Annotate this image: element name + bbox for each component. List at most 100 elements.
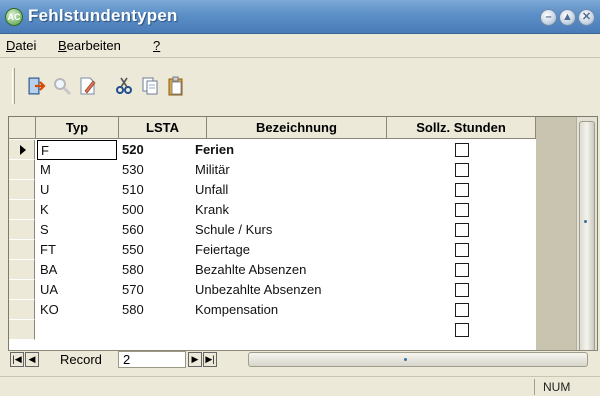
cell-lsta[interactable]: 560	[122, 220, 202, 240]
table-row[interactable]	[9, 320, 535, 340]
menu-datei-rest: atei	[15, 38, 37, 53]
close-icon[interactable]: ✕	[578, 9, 595, 26]
cell-typ[interactable]: FT	[40, 240, 116, 260]
row-selector[interactable]	[9, 180, 35, 200]
cell-bezeichnung[interactable]: Unbezahlte Absenzen	[195, 280, 380, 300]
cell-lsta[interactable]: 580	[122, 300, 202, 320]
sollz-stunden-checkbox[interactable]	[455, 243, 469, 257]
next-record-icon[interactable]: ▶	[188, 352, 202, 367]
menu-bearbeiten[interactable]: Bearbeiten	[58, 38, 121, 53]
toolbar	[0, 58, 600, 114]
sollz-stunden-checkbox[interactable]	[455, 223, 469, 237]
minimize-icon[interactable]: –	[540, 9, 557, 26]
cell-bezeichnung[interactable]: Kompensation	[195, 300, 380, 320]
column-header-lsta[interactable]: LSTA	[119, 117, 207, 139]
row-selector[interactable]	[9, 200, 35, 220]
data-grid[interactable]: Typ LSTA Bezeichnung Sollz. Stunden F 520…	[8, 116, 598, 368]
cell-lsta[interactable]: 570	[122, 280, 202, 300]
horizontal-scrollbar[interactable]	[248, 352, 588, 367]
table-row[interactable]: FT 550 Feiertage	[9, 240, 535, 260]
menu-help-label: ?	[153, 38, 161, 53]
table-row[interactable]: U 510 Unfall	[9, 180, 535, 200]
toolbar-grip[interactable]	[12, 68, 15, 104]
table-row[interactable]: BA 580 Bezahlte Absenzen	[9, 260, 535, 280]
horizontal-scroll-grip	[404, 358, 407, 361]
num-lock-indicator: NUM	[534, 379, 594, 395]
sollz-stunden-checkbox[interactable]	[455, 143, 469, 157]
table-row[interactable]: M 530 Militär	[9, 160, 535, 180]
scroll-grip-dot	[584, 220, 587, 223]
row-selector-header	[9, 117, 36, 139]
cell-bezeichnung[interactable]: Schule / Kurs	[195, 220, 380, 240]
menu-datei[interactable]: Datei	[6, 38, 36, 53]
table-row[interactable]: KO 580 Kompensation	[9, 300, 535, 320]
cell-bezeichnung[interactable]: Unfall	[195, 180, 380, 200]
sollz-stunden-checkbox[interactable]	[455, 283, 469, 297]
table-row[interactable]: K 500 Krank	[9, 200, 535, 220]
cell-bezeichnung[interactable]: Ferien	[195, 140, 380, 160]
first-record-icon[interactable]: |◀	[10, 352, 24, 367]
cell-bezeichnung[interactable]: Feiertage	[195, 240, 380, 260]
cell-lsta[interactable]: 520	[122, 140, 202, 160]
sollz-stunden-checkbox[interactable]	[455, 323, 469, 337]
table-row[interactable]: F 520 Ferien	[9, 140, 535, 160]
row-selector[interactable]	[9, 280, 35, 300]
cell-typ[interactable]: UA	[40, 280, 116, 300]
previous-record-icon[interactable]: ◀	[25, 352, 39, 367]
vertical-scroll-thumb[interactable]	[579, 121, 595, 359]
maximize-icon[interactable]: ▲	[559, 9, 576, 26]
window-title: Fehlstundentypen	[28, 6, 178, 25]
column-header-sollz-stunden[interactable]: Sollz. Stunden	[387, 117, 536, 139]
cell-typ[interactable]	[40, 320, 116, 340]
cell-typ[interactable]: S	[40, 220, 116, 240]
row-selector[interactable]	[9, 240, 35, 260]
cell-typ[interactable]: U	[40, 180, 116, 200]
sollz-stunden-checkbox[interactable]	[455, 263, 469, 277]
sollz-stunden-checkbox[interactable]	[455, 183, 469, 197]
cell-bezeichnung[interactable]: Krank	[195, 200, 380, 220]
cell-bezeichnung[interactable]: Bezahlte Absenzen	[195, 260, 380, 280]
cell-bezeichnung[interactable]	[195, 320, 380, 340]
cell-typ[interactable]: F	[37, 140, 117, 160]
row-selector[interactable]	[9, 300, 35, 320]
sollz-stunden-checkbox[interactable]	[455, 303, 469, 317]
row-selector[interactable]	[9, 220, 35, 240]
row-selector[interactable]	[9, 260, 35, 280]
record-label: Record	[60, 352, 102, 367]
cell-typ[interactable]: K	[40, 200, 116, 220]
record-navigator: |◀ ◀ Record 2 ▶ ▶|	[8, 350, 598, 368]
cell-lsta[interactable]	[122, 320, 202, 340]
cell-lsta[interactable]: 530	[122, 160, 202, 180]
search-icon[interactable]	[52, 76, 72, 96]
current-row-indicator[interactable]	[9, 140, 35, 160]
menu-datei-mnemonic: D	[6, 38, 16, 53]
grid-empty-area	[536, 117, 576, 367]
vertical-scrollbar[interactable]	[576, 117, 597, 367]
cell-typ[interactable]: KO	[40, 300, 116, 320]
row-selector[interactable]	[9, 160, 35, 180]
cell-lsta[interactable]: 580	[122, 260, 202, 280]
column-header-typ[interactable]: Typ	[36, 117, 119, 139]
menu-bearbeiten-rest: earbeiten	[66, 38, 121, 53]
table-row[interactable]: UA 570 Unbezahlte Absenzen	[9, 280, 535, 300]
cell-lsta[interactable]: 550	[122, 240, 202, 260]
edit-document-icon[interactable]	[78, 76, 98, 96]
last-record-icon[interactable]: ▶|	[203, 352, 217, 367]
cell-lsta[interactable]: 500	[122, 200, 202, 220]
cut-icon[interactable]	[114, 76, 134, 96]
table-row[interactable]: S 560 Schule / Kurs	[9, 220, 535, 240]
record-number-field[interactable]: 2	[118, 351, 186, 368]
sollz-stunden-checkbox[interactable]	[455, 163, 469, 177]
cell-bezeichnung[interactable]: Militär	[195, 160, 380, 180]
column-header-bezeichnung[interactable]: Bezeichnung	[207, 117, 387, 139]
copy-icon[interactable]	[140, 76, 160, 96]
title-bar[interactable]: AC Fehlstundentypen – ▲ ✕	[0, 0, 600, 34]
sollz-stunden-checkbox[interactable]	[455, 203, 469, 217]
menu-help[interactable]: ?	[153, 38, 160, 53]
cell-typ[interactable]: BA	[40, 260, 116, 280]
exit-icon[interactable]	[26, 76, 46, 96]
paste-icon[interactable]	[166, 76, 186, 96]
row-selector[interactable]	[9, 320, 35, 340]
cell-typ[interactable]: M	[40, 160, 116, 180]
cell-lsta[interactable]: 510	[122, 180, 202, 200]
